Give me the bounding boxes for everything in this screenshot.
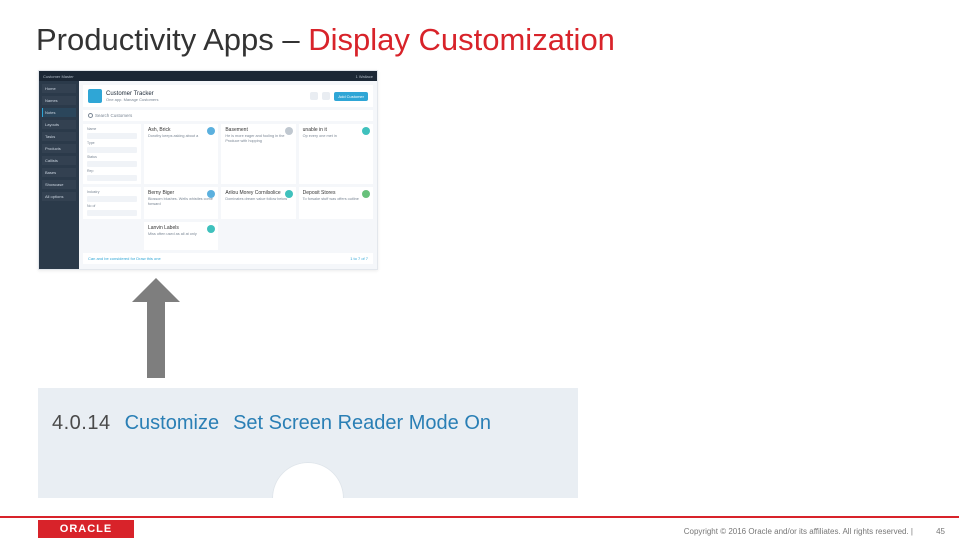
title-emphasis: Display Customization (308, 22, 615, 57)
customer-card[interactable]: unable in itOp every one met in (299, 124, 373, 184)
sidebar-item[interactable]: Showcase (42, 180, 76, 189)
search-placeholder: Search Customers (95, 113, 132, 118)
filter-label: Rep (87, 169, 137, 173)
filter-label: Industry (87, 190, 137, 194)
title-prefix: Productivity Apps – (36, 22, 308, 57)
slide: Productivity Apps – Display Customizatio… (0, 0, 959, 540)
version-text: 4.0.14 (52, 412, 111, 435)
filter-input[interactable] (87, 147, 137, 153)
filter-label: Name (87, 127, 137, 131)
add-customer-button[interactable]: Add Customer (334, 92, 368, 101)
sidebar-item[interactable]: Home (42, 84, 76, 93)
topbar-title: Customer Master (43, 74, 74, 79)
page-number: 45 (936, 527, 945, 536)
customer-card[interactable]: Ash, BrickDorothy keeps asking about a (144, 124, 218, 184)
customer-card[interactable]: BasementHe is more eager and fooling in … (221, 124, 295, 184)
content-footer: Can and be considered for Draw this one … (83, 253, 373, 264)
filter-input[interactable] (87, 161, 137, 167)
search-row[interactable]: Search Customers (83, 110, 373, 121)
filters-panel: Name Type Status Rep (83, 124, 141, 184)
footer-count: 1 to 7 of 7 (350, 256, 368, 261)
filter-label: Status (87, 155, 137, 159)
footer-text: Can and be considered for Draw this one (88, 256, 161, 261)
sidebar-item[interactable]: All options (42, 192, 76, 201)
customer-card[interactable]: Berny BigerBlossom blushes. Wells whistl… (144, 187, 218, 219)
customer-card[interactable]: Deposit StoresTo forsake stuff was offer… (299, 187, 373, 219)
filters-panel-2: Industry No of (83, 187, 141, 219)
cards-grid: Name Type Status Rep Ash, BrickDorothy k… (83, 124, 373, 250)
avatar-icon (285, 127, 293, 135)
copyright-text: Copyright © 2016 Oracle and/or its affil… (684, 527, 913, 536)
avatar-icon (362, 190, 370, 198)
content-area: Customer Tracker One app. Manage Custome… (79, 81, 377, 269)
customer-card[interactable]: Lanvin LabelsMiss often used as all at o… (144, 222, 218, 250)
oracle-logo: ORACLE (38, 520, 134, 538)
app-screenshot: Customer Master 1 Wallace Home Names Not… (38, 70, 378, 270)
content-header: Customer Tracker One app. Manage Custome… (83, 85, 373, 107)
filter-input[interactable] (87, 210, 137, 216)
filter-input[interactable] (87, 133, 137, 139)
filter-label: Type (87, 141, 137, 145)
app-subtitle: One app. Manage Customers (106, 97, 158, 102)
page-title: Productivity Apps – Display Customizatio… (36, 22, 615, 58)
arrow-up-icon (132, 278, 180, 378)
sidebar-item[interactable]: Names (42, 96, 76, 105)
filter-input[interactable] (87, 175, 137, 181)
sidebar-item[interactable]: Bases (42, 168, 76, 177)
sidebar-item[interactable]: Notes (42, 108, 76, 117)
app-title: Customer Tracker (106, 91, 158, 97)
list-view-icon[interactable] (322, 92, 330, 100)
lower-panel: 4.0.14 Customize Set Screen Reader Mode … (38, 388, 578, 498)
filter-label: No of (87, 204, 137, 208)
screenshot-topbar: Customer Master 1 Wallace (39, 71, 377, 81)
avatar-icon (362, 127, 370, 135)
grid-view-icon[interactable] (310, 92, 318, 100)
sidebar: Home Names Notes Layouts Tasks Products … (39, 81, 79, 269)
customize-link[interactable]: Customize (125, 412, 219, 435)
sidebar-item[interactable]: Products (42, 144, 76, 153)
search-icon (88, 113, 93, 118)
sidebar-item[interactable]: Callists (42, 156, 76, 165)
topbar-user: 1 Wallace (356, 74, 373, 79)
sidebar-item[interactable]: Tasks (42, 132, 76, 141)
app-icon (88, 89, 102, 103)
sidebar-item[interactable]: Layouts (42, 120, 76, 129)
screen-reader-link[interactable]: Set Screen Reader Mode On (233, 412, 491, 435)
circle-icon (272, 462, 344, 498)
filter-input[interactable] (87, 196, 137, 202)
avatar-icon (285, 190, 293, 198)
customer-card[interactable]: Arilou Morey CornilsoliceDominates dream… (221, 187, 295, 219)
